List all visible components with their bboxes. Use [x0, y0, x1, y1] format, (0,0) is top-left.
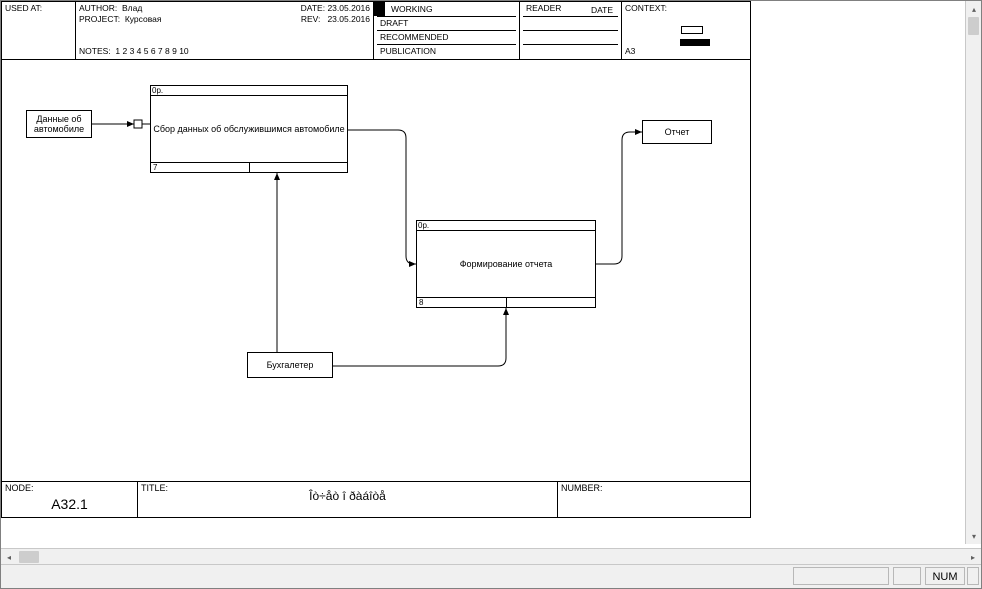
working-marker [374, 2, 385, 16]
used-at-cell: USED AT: [2, 2, 76, 60]
vscroll-track[interactable] [966, 17, 981, 528]
rev-line: REV: 23.05.2016 [301, 14, 370, 25]
footer-number-label: NUMBER: [561, 483, 603, 493]
date-line: DATE: 23.05.2016 [301, 3, 370, 14]
footer-node-label: NODE: [5, 483, 34, 493]
horizontal-scrollbar[interactable]: ◂ ▸ [1, 548, 981, 564]
scroll-right-button[interactable]: ▸ [965, 549, 981, 565]
activity-8-label: Формирование отчета [417, 231, 595, 297]
input-label: Данные об автомобиле [34, 114, 84, 134]
status-recommended: RECOMMENDED [377, 31, 516, 45]
vertical-scrollbar[interactable]: ▴ ▾ [965, 1, 981, 544]
footer-title-cell: TITLE: Îò÷åò î ðàáîòå [138, 482, 558, 518]
status-publication: PUBLICATION [377, 45, 516, 61]
activity-7-label: Сбор данных об обслужившимся автомобиле [151, 96, 347, 162]
scroll-up-button[interactable]: ▴ [966, 1, 982, 17]
output-label: Отчет [665, 127, 690, 137]
footer-title-value: Îò÷åò î ðàáîòå [138, 489, 557, 503]
diagram-canvas: USED AT: AUTHOR: Влад DATE: 23.05.2016 P… [1, 1, 965, 544]
vscroll-thumb[interactable] [968, 17, 979, 35]
app-viewport: USED AT: AUTHOR: Влад DATE: 23.05.2016 P… [0, 0, 982, 589]
activity-box-7[interactable]: 0р. Сбор данных об обслужившимся автомоб… [150, 85, 348, 173]
scroll-left-button[interactable]: ◂ [1, 549, 17, 565]
author-line: AUTHOR: Влад [79, 3, 142, 14]
scroll-down-button[interactable]: ▾ [966, 528, 982, 544]
status-draft: DRAFT [377, 17, 516, 31]
activity-7-prefix: 0р. [151, 86, 347, 96]
mechanism-label: Бухгалетер [267, 360, 314, 370]
activity-8-prefix: 0р. [417, 221, 595, 231]
used-at-label: USED AT: [5, 3, 42, 13]
status-well-2 [893, 567, 921, 585]
activity-8-number: 8 [419, 298, 423, 307]
input-box-data-auto[interactable]: Данные об автомобиле [26, 110, 92, 138]
status-well-1 [793, 567, 889, 585]
idef0-sheet: USED AT: AUTHOR: Влад DATE: 23.05.2016 P… [1, 1, 751, 518]
mechanism-box[interactable]: Бухгалетер [247, 352, 333, 378]
notes-line: NOTES: 1 2 3 4 5 6 7 8 9 10 [79, 46, 189, 57]
reader-date-label: DATE [588, 4, 616, 17]
context-swatch [681, 26, 703, 34]
context-mark [680, 39, 710, 46]
activity-box-8[interactable]: 0р. Формирование отчета 8 [416, 220, 596, 308]
reader-label: READER [523, 2, 564, 14]
status-well-4 [967, 567, 979, 585]
status-cell: WORKING DRAFT RECOMMENDED PUBLICATION [374, 2, 520, 60]
diagram-body: Данные об автомобиле 0р. Сбор данных об … [2, 60, 750, 481]
status-working: WORKING [377, 3, 516, 17]
sheet-header: USED AT: AUTHOR: Влад DATE: 23.05.2016 P… [2, 2, 750, 60]
context-cell: CONTEXT: A3 [622, 2, 751, 60]
status-bar: NUM [1, 564, 981, 588]
author-cell: AUTHOR: Влад DATE: 23.05.2016 PROJECT: К… [76, 2, 374, 60]
footer-node-value: A32.1 [2, 496, 137, 512]
output-box[interactable]: Отчет [642, 120, 712, 144]
status-numlock: NUM [925, 567, 965, 585]
activity-7-number: 7 [153, 163, 157, 172]
footer-number-cell: NUMBER: [558, 482, 751, 518]
hscroll-thumb[interactable] [19, 551, 39, 563]
context-label: CONTEXT: [625, 3, 667, 13]
footer-node-cell: NODE: A32.1 [2, 482, 138, 518]
context-value: A3 [625, 46, 635, 57]
diagram-arrows [2, 60, 750, 481]
reader-cell: READER DATE [520, 2, 622, 60]
project-line: PROJECT: Курсовая [79, 14, 161, 25]
sheet-footer: NODE: A32.1 TITLE: Îò÷åò î ðàáîòå NUMBER… [2, 481, 750, 517]
